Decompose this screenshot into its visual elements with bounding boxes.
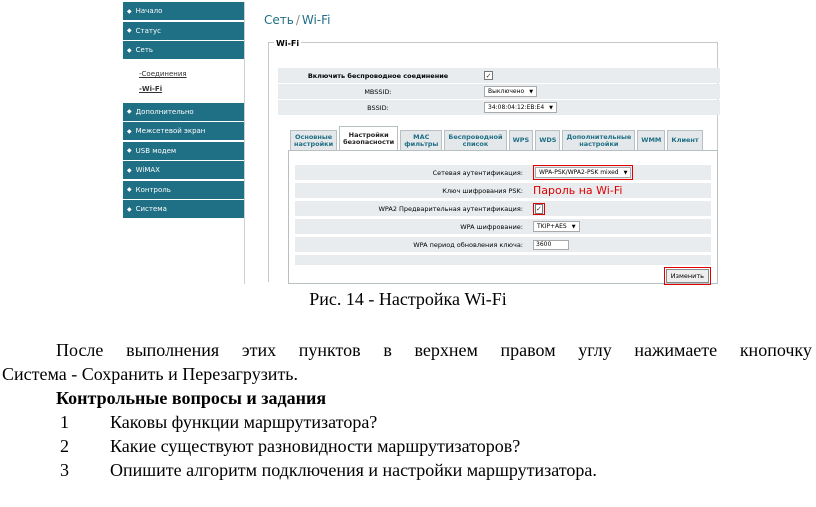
section-heading: Контрольные вопросы и задания: [56, 388, 327, 408]
wifi-fieldset-title: Wi-Fi: [274, 39, 302, 48]
encryption-row: WPA шифрование: TKIP+AES ▼: [295, 219, 711, 234]
tab-wds[interactable]: WDS: [535, 130, 561, 150]
arrow-down-icon: ◆: [127, 46, 132, 54]
enable-wireless-label: Включить беспроводное соединение: [307, 71, 449, 80]
psk-row: Ключ шифрования PSK: Пароль на Wi-Fi: [295, 183, 711, 198]
spacer-row: [295, 255, 711, 265]
sidebar-item-control[interactable]: ◆ Контроль: [123, 180, 244, 199]
arrow-right-icon: ◆: [127, 127, 132, 135]
psk-label: Ключ шифрования PSK:: [442, 186, 523, 195]
question-text: Опишите алгоритм подключения и настройки…: [110, 460, 597, 480]
paragraph-line-2: Система - Сохранить и Перезагрузить.: [2, 364, 299, 384]
breadcrumb-page: Wi-Fi: [301, 13, 331, 27]
sidebar: ◆ Начало ◆ Статус ◆ Сеть - Соединения - Wi-…: [123, 2, 245, 284]
breadcrumb-section[interactable]: Сеть: [264, 13, 294, 27]
tab-wps[interactable]: WPS: [508, 130, 534, 150]
paragraph-line-1: После выполнения этих пунктов в верхнем …: [56, 340, 812, 360]
arrow-right-icon: ◆: [127, 27, 132, 34]
arrow-right-icon: ◆: [127, 147, 132, 154]
tab-security[interactable]: Настройки безопасности: [339, 126, 399, 150]
preauth-row: WPA2 Предварительная аутентификация: ✓: [295, 201, 711, 216]
figure-caption: Рис. 14 - Настройка Wi-Fi: [309, 289, 507, 309]
question-number: 3: [60, 460, 69, 480]
question-number: 2: [60, 436, 69, 456]
arrow-right-icon: ◆: [127, 205, 132, 213]
question-text: Какие существуют разновидности маршрутиз…: [110, 436, 521, 456]
sidebar-item-wimax[interactable]: ◆ WiMAX: [123, 161, 244, 179]
arrow-right-icon: ◆: [127, 108, 132, 115]
arrow-right-icon: ◆: [127, 186, 132, 193]
question-text: Каковы функции маршрутизатора?: [110, 412, 378, 432]
tab-wireless-list[interactable]: Беспроводной список: [444, 130, 507, 150]
sidebar-item-usb-modem[interactable]: ◆ USB модем: [123, 141, 244, 160]
key-period-label: WPA период обновления ключа:: [413, 240, 523, 249]
sidebar-subitem-connections[interactable]: - Соединения: [123, 67, 244, 82]
change-button-highlight: Изменить: [663, 267, 711, 285]
encryption-label: WPA шифрование:: [460, 222, 523, 231]
chevron-down-icon: ▼: [529, 88, 534, 95]
router-screenshot: ◆ Начало ◆ Статус ◆ Сеть - Соединения - Wi-…: [0, 0, 816, 290]
chevron-down-icon: ▼: [549, 104, 554, 111]
tab-client[interactable]: Клиент: [667, 130, 703, 150]
mbssid-row: MBSSID: Выключено ▼: [278, 84, 720, 99]
encryption-select[interactable]: TKIP+AES ▼: [533, 221, 580, 232]
key-period-input[interactable]: 3600: [533, 239, 569, 250]
bssid-select[interactable]: 34:08:04:12:EB:E4 ▼: [484, 102, 558, 113]
tab-basic[interactable]: Основные настройки: [290, 130, 338, 150]
sidebar-item-home[interactable]: ◆ Начало: [123, 2, 244, 20]
preauth-checkbox[interactable]: ✓: [535, 203, 543, 214]
sidebar-item-advanced[interactable]: ◆ Дополнительно: [123, 102, 244, 121]
breadcrumb: Сеть / Wi-Fi: [264, 13, 331, 27]
sidebar-subitem-wifi[interactable]: - Wi-Fi: [123, 82, 244, 97]
bssid-label: BSSID:: [367, 103, 389, 112]
preauth-highlight: ✓: [533, 202, 545, 215]
enable-wireless-checkbox[interactable]: ✓: [484, 71, 493, 80]
arrow-right-icon: ◆: [127, 7, 132, 15]
sidebar-item-system[interactable]: ◆ Система: [123, 200, 244, 218]
sidebar-item-firewall[interactable]: ◆ Межсетевой экран: [123, 122, 244, 140]
mbssid-label: MBSSID:: [364, 87, 392, 96]
key-period-row: WPA период обновления ключа: 3600: [295, 237, 711, 252]
bssid-row: BSSID: 34:08:04:12:EB:E4 ▼: [278, 100, 720, 115]
chevron-down-icon: ▼: [623, 169, 628, 176]
auth-label: Сетевая аутентификация:: [432, 168, 523, 177]
change-button[interactable]: Изменить: [665, 269, 709, 283]
auth-select[interactable]: WPA-PSK/WPA2-PSK mixed ▼: [535, 167, 632, 178]
auth-highlight: WPA-PSK/WPA2-PSK mixed ▼: [533, 165, 634, 180]
preauth-label: WPA2 Предварительная аутентификация:: [378, 204, 523, 213]
arrow-right-icon: ◆: [127, 166, 132, 174]
tab-advanced[interactable]: Дополнительные настройки: [562, 130, 636, 150]
sidebar-item-status[interactable]: ◆ Статус: [123, 21, 244, 40]
main-content: Сеть / Wi-Fi Wi-Fi Включить беспроводное с…: [246, 2, 722, 285]
tab-wmm[interactable]: WMM: [637, 130, 666, 150]
auth-row: Сетевая аутентификация: WPA-PSK/WPA2-PSK…: [295, 165, 711, 180]
security-panel: Сетевая аутентификация: WPA-PSK/WPA2-PSK…: [288, 150, 718, 285]
enable-wireless-row: Включить беспроводное соединение ✓: [278, 68, 720, 83]
psk-annotation: Пароль на Wi-Fi: [533, 184, 623, 197]
settings-tabs: Основные настройки Настройки безопасност…: [290, 126, 705, 150]
sidebar-item-network[interactable]: ◆ Сеть: [123, 41, 244, 59]
mbssid-select[interactable]: Выключено ▼: [484, 86, 538, 97]
question-number: 1: [60, 412, 69, 432]
tab-mac-filter[interactable]: MAC фильтры: [400, 130, 443, 150]
chevron-down-icon: ▼: [571, 223, 576, 230]
